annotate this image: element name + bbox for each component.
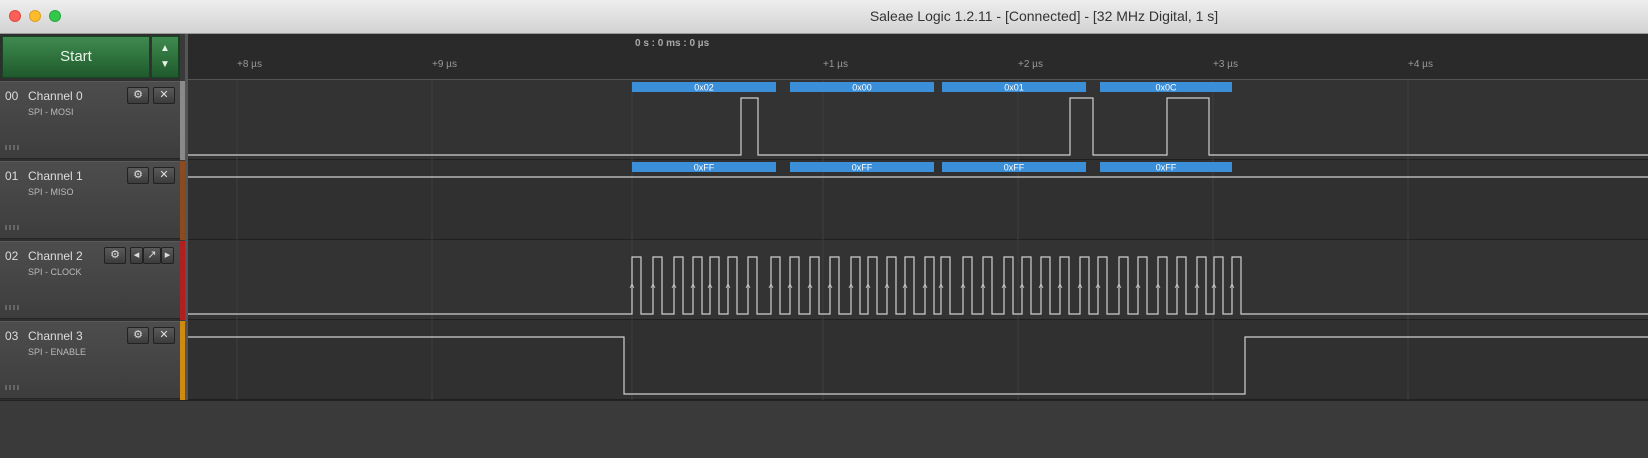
channel-row-0[interactable]: 00 Channel 0 SPI - MOSI ⚙ ✕ (0, 81, 180, 159)
gear-icon[interactable]: ⚙ (127, 327, 149, 344)
gear-icon[interactable]: ⚙ (127, 167, 149, 184)
channel-analyzer: SPI - MOSI (28, 107, 74, 117)
close-icon[interactable]: ✕ (153, 87, 175, 104)
channel-name[interactable]: Channel 2 (28, 249, 83, 263)
title-bar: Saleae Logic 1.2.11 - [Connected] - [32 … (0, 0, 1648, 34)
channel-analyzer: SPI - CLOCK (28, 267, 82, 277)
window-title: Saleae Logic 1.2.11 - [Connected] - [32 … (869, 8, 1219, 24)
tick-label: +3 µs (1213, 59, 1238, 70)
chevron-up-icon: ▲ (160, 43, 170, 54)
decoded-byte-label: 0xFF (694, 163, 715, 173)
channel-name[interactable]: Channel 3 (28, 329, 83, 343)
decoded-byte-label: 0xFF (852, 163, 873, 173)
channel-number: 00 (5, 89, 19, 103)
channel-name[interactable]: Channel 0 (28, 89, 83, 103)
prev-edge-icon[interactable]: ◂ (130, 247, 143, 264)
gear-icon[interactable]: ⚙ (104, 247, 126, 264)
gear-icon[interactable]: ⚙ (127, 87, 149, 104)
channel-name[interactable]: Channel 1 (28, 169, 83, 183)
drag-handle-icon[interactable] (5, 385, 19, 390)
tick-label: +1 µs (823, 59, 848, 70)
close-icon[interactable]: ✕ (153, 327, 175, 344)
decoded-byte-label: 0xFF (1156, 163, 1177, 173)
start-button[interactable]: Start (2, 36, 150, 78)
start-options-button[interactable]: ▲ ▼ (151, 36, 179, 78)
close-icon[interactable]: ✕ (153, 167, 175, 184)
waveform-view[interactable]: 0x02 0x00 0x01 0x0C 0xFF 0xFF 0xFF 0xFF (188, 80, 1648, 400)
channel-analyzer: SPI - ENABLE (28, 347, 87, 357)
timeline-ruler[interactable] (188, 34, 1648, 80)
tick-label: +8 µs (237, 59, 262, 70)
decoded-byte-label: 0xFF (1004, 163, 1025, 173)
bottom-panel (0, 400, 1648, 458)
channel-number: 03 (5, 329, 19, 343)
cursor-time-label: 0 s : 0 ms : 0 µs (635, 38, 710, 49)
channel-analyzer: SPI - MISO (28, 187, 74, 197)
decoded-byte-label: 0x0C (1155, 83, 1177, 93)
channel-row-3[interactable]: 03 Channel 3 SPI - ENABLE ⚙ ✕ (0, 321, 180, 399)
decoded-byte-label: 0x01 (1004, 83, 1024, 93)
tick-label: +9 µs (432, 59, 457, 70)
tick-label: +4 µs (1408, 59, 1433, 70)
next-edge-icon[interactable]: ▸ (161, 247, 174, 264)
tick-label: +2 µs (1018, 59, 1043, 70)
drag-handle-icon[interactable] (5, 305, 19, 310)
channel-row-2[interactable]: 02 Channel 2 SPI - CLOCK ⚙ ◂ ↗ ▸ (0, 241, 180, 319)
channel-band (188, 240, 1648, 320)
channel-number: 01 (5, 169, 19, 183)
drag-handle-icon[interactable] (5, 145, 19, 150)
channel-number: 02 (5, 249, 19, 263)
decoded-byte-label: 0x00 (852, 83, 872, 93)
rising-edge-icon[interactable]: ↗ (143, 247, 161, 264)
channel-row-1[interactable]: 01 Channel 1 SPI - MISO ⚙ ✕ (0, 161, 180, 239)
drag-handle-icon[interactable] (5, 225, 19, 230)
decoded-byte-label: 0x02 (694, 83, 714, 93)
chevron-down-icon: ▼ (160, 59, 170, 70)
channel-band (188, 320, 1648, 400)
